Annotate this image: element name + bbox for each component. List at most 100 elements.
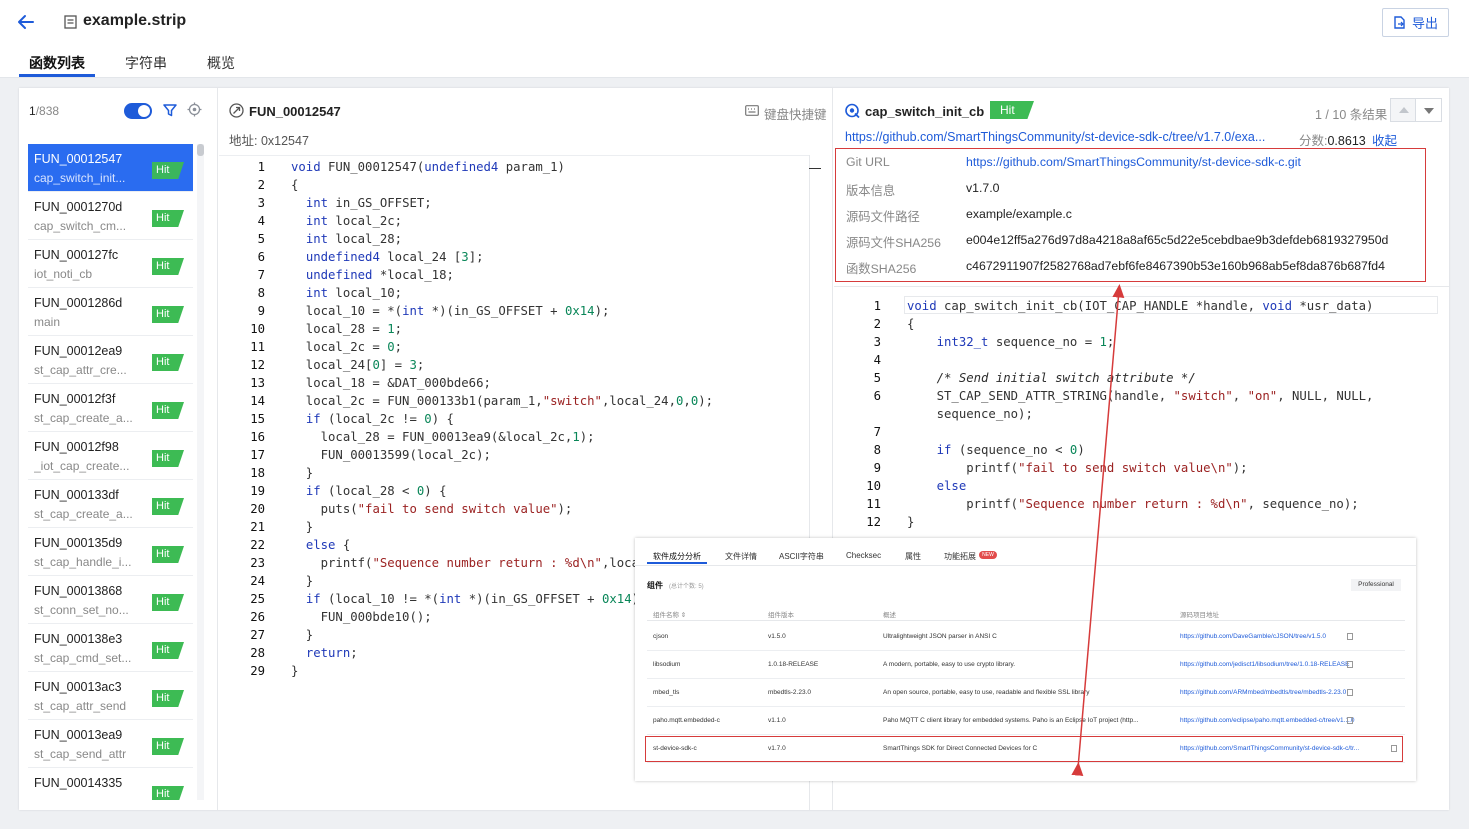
component-version: v1.5.0 — [768, 633, 786, 640]
function-list-item[interactable]: FUN_00012ea9 st_cap_attr_cre... Hit — [28, 336, 193, 384]
line-number: 7 — [257, 268, 265, 282]
header-overview: 概述 — [883, 612, 896, 619]
code-line: int32_t sequence_no = 1; — [936, 335, 1115, 349]
matched-component-highlight — [645, 736, 1403, 762]
info-key: 版本信息 — [846, 184, 896, 198]
copy-icon[interactable] — [1347, 689, 1353, 696]
function-symbol: st_cap_send_attr — [34, 747, 127, 761]
line-number: 4 — [257, 214, 265, 228]
export-button[interactable]: 导出 — [1382, 8, 1449, 37]
line-number: 26 — [250, 610, 265, 624]
hit-badge: Hit — [152, 210, 184, 227]
component-row: libsodium 1.0.18-RELEASE A modern, portabl… — [647, 651, 1405, 679]
code-line: } — [291, 574, 314, 588]
previous-result-button[interactable] — [1390, 98, 1416, 122]
component-source-link[interactable]: https://github.com/ARMmbed/mbedtls/tree/… — [1180, 689, 1346, 696]
copy-icon[interactable] — [1347, 717, 1353, 724]
main-tabs: 函数列表 字符串 概览 — [0, 44, 1469, 78]
function-list-item[interactable]: FUN_00013ea9 st_cap_send_attr Hit — [28, 720, 193, 768]
function-list-scrollbar[interactable] — [197, 144, 204, 800]
function-name: FUN_000138e3 — [34, 632, 123, 646]
function-name: FUN_0001270d — [34, 200, 123, 214]
code-line: printf("Sequence number return : %d\n",l… — [291, 556, 684, 570]
copy-icon[interactable] — [1347, 661, 1353, 668]
function-list-item[interactable]: FUN_000133df st_cap_create_a... Hit — [28, 480, 193, 528]
component-source-link[interactable]: https://github.com/jedisct1/libsodium/tr… — [1180, 661, 1349, 668]
function-list-item[interactable]: FUN_00012547 cap_switch_init... Hit — [28, 144, 193, 192]
code-line: FUN_00013599(local_2c); — [291, 448, 491, 462]
hit-filter-toggle[interactable] — [124, 103, 152, 119]
function-list-item[interactable]: FUN_0001286d main Hit — [28, 288, 193, 336]
tab-overview[interactable]: 概览 — [207, 53, 235, 73]
hit-badge: Hit — [152, 258, 184, 275]
code-line: } — [907, 515, 915, 529]
line-number: 12 — [866, 515, 881, 529]
function-list-item[interactable]: FUN_00012f98 _iot_cap_create... Hit — [28, 432, 193, 480]
decompiled-title: FUN_00012547 — [249, 104, 341, 119]
locate-icon[interactable] — [187, 102, 202, 117]
collapse-button[interactable]: 收起 — [1372, 130, 1397, 149]
keyboard-icon[interactable] — [745, 105, 759, 116]
inset-tab-checksec[interactable]: Checksec — [846, 551, 881, 560]
component-version: mbedtls-2.23.0 — [768, 689, 811, 696]
line-number: 9 — [257, 304, 265, 318]
code-line: puts("fail to send switch value"); — [291, 502, 573, 516]
function-list-item[interactable]: FUN_00013ac3 st_cap_attr_send Hit — [28, 672, 193, 720]
function-symbol: _iot_cap_create... — [34, 459, 130, 473]
keyboard-shortcuts-button[interactable]: 键盘快捷键 — [764, 104, 827, 123]
function-symbol: st_cap_attr_send — [34, 699, 127, 713]
code-line: int in_GS_OFFSET; — [305, 196, 432, 210]
copy-icon[interactable] — [1347, 633, 1353, 640]
header-component-name[interactable]: 组件名称 ⇕ — [653, 609, 686, 619]
tab-strings[interactable]: 字符串 — [125, 53, 167, 73]
code-line: else — [936, 479, 967, 493]
function-address: 地址: 0x12547 — [229, 134, 309, 148]
function-list-item[interactable]: FUN_00014335 Hit — [28, 768, 193, 800]
line-number: 10 — [250, 322, 265, 336]
function-list-item[interactable]: FUN_00013868 st_conn_set_no... Hit — [28, 576, 193, 624]
component-source-link[interactable]: https://github.com/eclipse/paho.mqtt.emb… — [1180, 717, 1355, 724]
inset-active-tab-indicator — [647, 562, 707, 564]
minimap-marker — [809, 168, 821, 169]
back-arrow-icon[interactable] — [16, 12, 36, 32]
filter-icon[interactable] — [163, 103, 177, 117]
inset-tab-ascii-strings[interactable]: ASCII字符串 — [779, 551, 824, 562]
code-line: { — [907, 317, 915, 331]
component-source-link[interactable]: https://github.com/DaveGamble/cJSON/tree… — [1180, 633, 1326, 640]
inset-tab-sca[interactable]: 软件成分分析 — [653, 551, 701, 562]
function-list-item[interactable]: FUN_000135d9 st_cap_handle_i... Hit — [28, 528, 193, 576]
matched-function-title: cap_switch_init_cb — [865, 104, 985, 119]
function-name: FUN_000133df — [34, 488, 119, 502]
inset-tab-file-details[interactable]: 文件详情 — [725, 551, 757, 562]
function-name: FUN_00013ea9 — [34, 728, 123, 742]
code-line: local_10 = *(int *)(in_GS_OFFSET + 0x14)… — [291, 304, 610, 318]
function-list-panel: 1/838 FUN_00012547 cap_switch_init... Hit F… — [19, 88, 218, 810]
info-key: 源码文件SHA256 — [846, 236, 941, 250]
source-url-link[interactable]: https://github.com/SmartThingsCommunity/… — [845, 130, 1265, 144]
file-title: example.strip — [83, 12, 187, 29]
info-value[interactable]: https://github.com/SmartThingsCommunity/… — [966, 155, 1301, 169]
line-number: 18 — [250, 466, 265, 480]
line-number: 28 — [250, 646, 265, 660]
tab-function-list[interactable]: 函数列表 — [29, 53, 85, 73]
component-name: libsodium — [653, 661, 681, 668]
component-table-header: 组件名称 ⇕ 组件版本 概述 源码项目地址 — [647, 605, 1405, 621]
function-symbol: st_cap_create_a... — [34, 507, 133, 521]
line-number: 11 — [250, 340, 265, 354]
scrollbar-thumb[interactable] — [197, 144, 204, 156]
inset-tab-properties[interactable]: 属性 — [905, 551, 921, 562]
professional-badge: Professional — [1351, 579, 1401, 591]
function-list-item[interactable]: FUN_00012f3f st_cap_create_a... Hit — [28, 384, 193, 432]
code-line: /* Send initial switch attribute */ — [936, 371, 1196, 385]
line-number: 22 — [250, 538, 265, 552]
hit-badge: Hit — [152, 786, 184, 800]
next-result-button[interactable] — [1416, 98, 1442, 122]
function-list-item[interactable]: FUN_000138e3 st_cap_cmd_set... Hit — [28, 624, 193, 672]
code-line: } — [291, 520, 314, 534]
inset-tab-extensions[interactable]: 功能拓展 — [944, 551, 976, 562]
code-line: local_28 = FUN_00013ea9(&local_2c,1); — [291, 430, 595, 444]
function-list-item[interactable]: FUN_0001270d cap_switch_cm... Hit — [28, 192, 193, 240]
function-list-item[interactable]: FUN_000127fc iot_noti_cb Hit — [28, 240, 193, 288]
line-number: 9 — [873, 461, 881, 475]
source-link-icon — [845, 103, 860, 118]
